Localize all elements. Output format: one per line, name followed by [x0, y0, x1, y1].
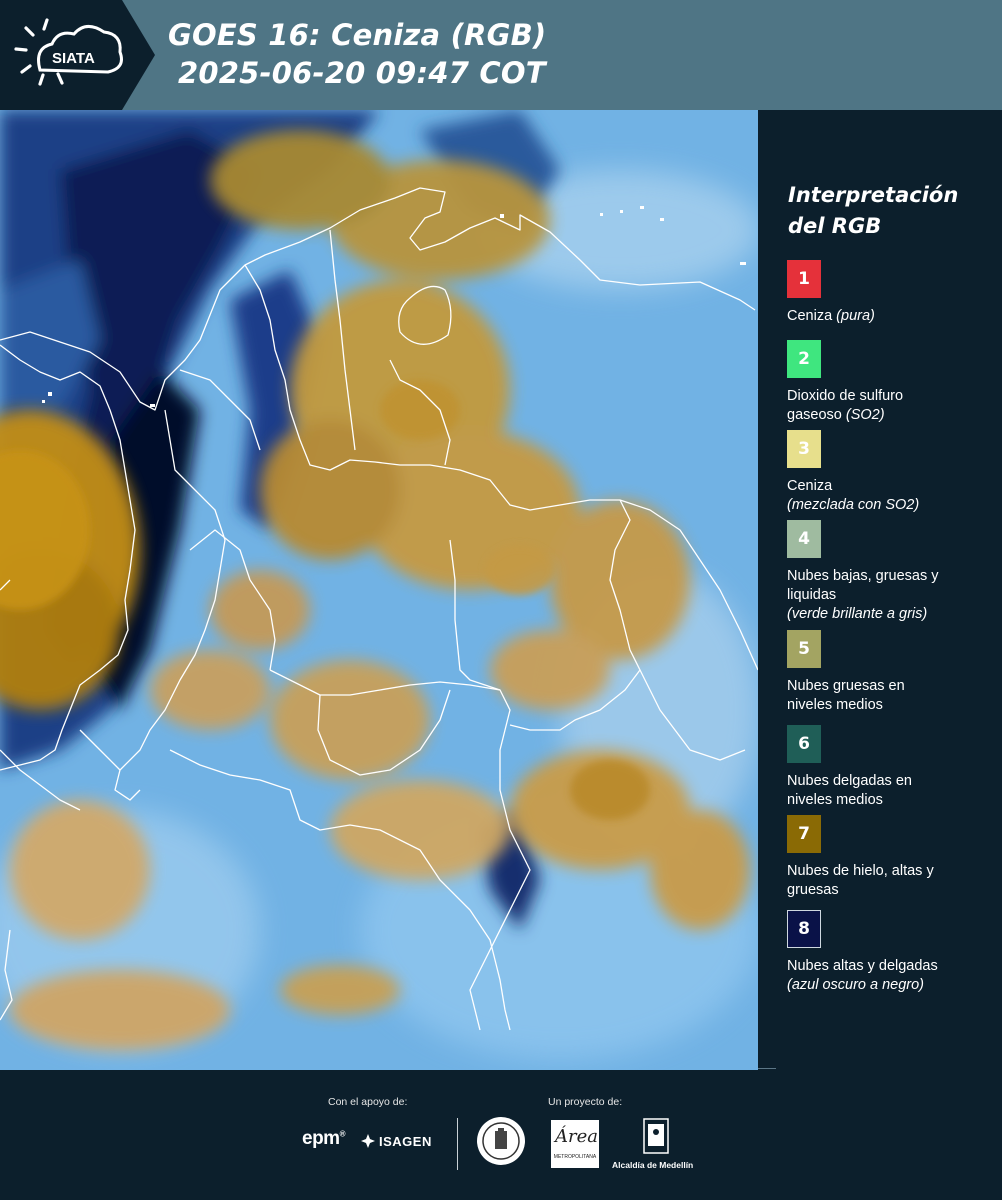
legend-label-text: Nubes de hielo, altas y — [787, 863, 934, 879]
legend-label: Nubes gruesas en niveles medios — [787, 677, 997, 715]
legend-item: 4 Nubes bajas, gruesas y liquidas (verde br… — [787, 520, 997, 624]
divider-line — [758, 1068, 776, 1069]
legend-label-text: Ceniza — [787, 308, 833, 324]
legend-swatch: 5 — [787, 630, 821, 668]
legend-item: 6 Nubes delgadas en niveles medios — [787, 725, 997, 810]
legend-title-line1: Interpretación — [788, 183, 959, 207]
legend-label-italic: (mezclada con SO2) — [787, 497, 920, 513]
legend-swatch: 7 — [787, 815, 821, 853]
epm-text: epm — [302, 1128, 340, 1149]
legend-label: Nubes de hielo, altas y gruesas — [787, 862, 997, 900]
legend-label-line: Nubes delgadas en — [787, 772, 997, 791]
legend-item: 3 Ceniza (mezclada con SO2) — [787, 430, 997, 515]
legend-label-line: liquidas — [787, 586, 997, 605]
isagen-logo: ISAGEN — [360, 1133, 432, 1149]
title-timestamp: 2025-06-20 09:47 COT — [178, 56, 546, 90]
siata-logo: SIATA — [0, 0, 155, 110]
legend-swatch: 3 — [787, 430, 821, 468]
alcaldia-label: Alcaldía de Medellín — [612, 1160, 694, 1170]
legend-label-text: Nubes altas y delgadas — [787, 958, 938, 974]
legend-label: Ceniza (mezclada con SO2) — [787, 477, 997, 515]
project-label: Un proyecto de: — [548, 1096, 623, 1108]
legend-label-text: gruesas — [787, 882, 839, 898]
registered-mark: ® — [339, 1129, 346, 1139]
legend-label-text: Nubes gruesas en — [787, 678, 905, 694]
legend-label-line: niveles medios — [787, 791, 997, 810]
legend-swatch: 8 — [787, 910, 821, 948]
legend-label-text: Nubes bajas, gruesas y — [787, 568, 939, 584]
legend-label-text: niveles medios — [787, 697, 883, 713]
satellite-image — [0, 110, 758, 1070]
legend-label-italic: (SO2) — [845, 407, 885, 423]
legend-label-line: Nubes gruesas en — [787, 677, 997, 696]
legend-label-text: Nubes delgadas en — [787, 773, 912, 789]
legend-label-line: Nubes bajas, gruesas y — [787, 567, 997, 586]
legend-label-italic: (pura) — [836, 308, 875, 324]
satellite-map[interactable] — [0, 110, 758, 1070]
support-label: Con el apoyo de: — [328, 1096, 408, 1108]
legend-label-text: Ceniza — [787, 478, 833, 494]
alcaldia-shield-icon — [643, 1118, 669, 1154]
legend-title: Interpretación del RGB — [788, 180, 958, 242]
legend-label-text: liquidas — [787, 587, 837, 603]
legend-label-italic: (verde brillante a gris) — [787, 606, 928, 622]
area-title: Área — [555, 1126, 598, 1147]
legend-label-line: Dioxido de sulfuro — [787, 387, 997, 406]
legend-title-line2: del RGB — [788, 214, 882, 238]
legend-swatch: 4 — [787, 520, 821, 558]
legend-label: Nubes delgadas en niveles medios — [787, 772, 997, 810]
footer: Con el apoyo de: Un proyecto de: epm® IS… — [0, 1070, 1002, 1200]
footer-divider — [457, 1118, 458, 1170]
legend-label: Ceniza (pura) — [787, 307, 997, 326]
area-subtitle: METROPOLITANA — [553, 1154, 597, 1160]
legend-item: 5 Nubes gruesas en niveles medios — [787, 630, 997, 715]
legend-label-line: Ceniza (pura) — [787, 307, 997, 326]
legend-label-italic: (azul oscuro a negro) — [787, 977, 925, 993]
legend-swatch: 2 — [787, 340, 821, 378]
rgb-legend: Interpretación del RGB 1 Ceniza (pura) 2 Di… — [760, 110, 1002, 1068]
legend-item: 1 Ceniza (pura) — [787, 260, 997, 326]
legend-label: Dioxido de sulfuro gaseoso (SO2) — [787, 387, 997, 425]
page-title: GOES 16: Ceniza (RGB) 2025-06-20 09:47 C… — [168, 16, 546, 92]
header-bar: SIATA GOES 16: Ceniza (RGB) 2025-06-20 0… — [0, 0, 1002, 110]
isagen-text: ISAGEN — [379, 1133, 432, 1149]
legend-label-line: Nubes de hielo, altas y — [787, 862, 997, 881]
svg-text:SIATA: SIATA — [52, 50, 95, 67]
legend-item: 7 Nubes de hielo, altas y gruesas — [787, 815, 997, 900]
area-metropolitana-logo: Área METROPOLITANA — [551, 1120, 599, 1168]
legend-label-line: niveles medios — [787, 696, 997, 715]
legend-label-text: gaseoso — [787, 407, 842, 423]
legend-label-text: Dioxido de sulfuro — [787, 388, 904, 404]
legend-swatch: 1 — [787, 260, 821, 298]
isagen-icon — [361, 1134, 375, 1148]
legend-label-text: niveles medios — [787, 792, 883, 808]
legend-label-line: Ceniza — [787, 477, 997, 496]
legend-label-line: Nubes altas y delgadas — [787, 957, 997, 976]
title-product: GOES 16: Ceniza (RGB) — [168, 18, 547, 52]
seal-icon — [477, 1117, 525, 1165]
legend-label-line: gruesas — [787, 881, 997, 900]
epm-logo: epm® — [302, 1128, 346, 1150]
legend-item: 8 Nubes altas y delgadas (azul oscuro a ne… — [787, 910, 997, 995]
legend-label: Nubes altas y delgadas (azul oscuro a neg… — [787, 957, 997, 995]
legend-label: Nubes bajas, gruesas y liquidas (verde bri… — [787, 567, 997, 624]
legend-swatch: 6 — [787, 725, 821, 763]
legend-item: 2 Dioxido de sulfuro gaseoso (SO2) — [787, 340, 997, 425]
legend-label-line: gaseoso (SO2) — [787, 406, 997, 425]
